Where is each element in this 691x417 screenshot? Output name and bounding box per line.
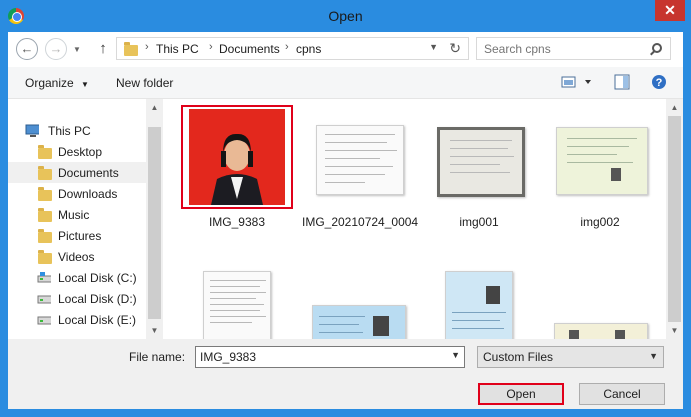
file-name-label: File name: [129,350,186,364]
folder-icon [38,229,52,243]
chevron-down-icon[interactable]: ▼ [649,351,658,361]
sidebar-item-music[interactable]: Music [8,204,148,225]
sidebar-item-desktop[interactable]: Desktop [8,141,148,162]
breadcrumb-cpns[interactable]: cpns [296,42,321,56]
svg-text:?: ? [656,77,663,89]
sidebar-item-label: Documents [58,166,119,180]
document-page [556,127,648,195]
scroll-down-icon[interactable]: ▼ [146,322,163,339]
document-thumbnail [544,105,656,209]
organize-button[interactable]: Organize ▼ [25,76,89,90]
chevron-right-icon[interactable]: › [145,41,149,53]
document-thumbnail [302,105,414,209]
up-button[interactable]: ↑ [96,39,110,59]
scroll-down-icon[interactable]: ▼ [666,322,683,339]
photo-thumbnail [189,109,285,205]
document-thumbnail [423,105,535,209]
organize-label: Organize [25,76,74,90]
chevron-right-icon[interactable]: › [209,41,213,53]
sidebar-item-label: Pictures [58,229,102,243]
computer-icon [25,124,39,137]
view-icon [561,76,591,88]
change-view-button[interactable] [561,74,595,93]
title-bar: Open ✕ [0,0,691,32]
sidebar-item-label: Local Disk (D:) [58,292,137,306]
search-input[interactable] [484,42,644,56]
chevron-down-icon: ▼ [81,80,89,89]
folder-icon [38,187,52,201]
document-page [316,125,404,195]
sidebar-item-local-disk-d[interactable]: Local Disk (D:) [8,288,148,309]
dialog-footer: File name: ▼ Custom Files ▼ Open Cancel [8,339,683,409]
scroll-up-icon[interactable]: ▲ [146,99,163,116]
file-list: IMG_9383 IMG_20210724_0004 img001 img002… [171,99,683,355]
folder-icon [38,250,52,264]
sidebar-item-downloads[interactable]: Downloads [8,183,148,204]
scrollbar-thumb[interactable] [668,116,681,322]
selection-highlight [181,105,293,209]
open-button[interactable]: Open [478,383,564,405]
sidebar-item-local-disk-c[interactable]: Local Disk (C:) [8,267,148,288]
sidebar-item-label: This PC [48,124,91,138]
scrollbar-thumb[interactable] [148,127,161,319]
close-button[interactable]: ✕ [655,0,685,21]
dialog-body: ← → ▼ ↑ › This PC › Documents › cpns ▼ ↻ [8,32,683,409]
navigation-bar: ← → ▼ ↑ › This PC › Documents › cpns ▼ ↻ [8,32,683,67]
cancel-button[interactable]: Cancel [579,383,665,405]
breadcrumb-this-pc[interactable]: This PC [156,42,199,56]
file-name: img002 [580,215,620,229]
preview-pane-icon [614,74,630,90]
folder-icon [38,166,52,180]
help-button[interactable]: ? [651,74,667,93]
search-box[interactable] [476,37,671,60]
drive-icon [37,295,51,304]
open-dialog: Open ✕ ← → ▼ ↑ › This PC › Documents › c… [0,0,691,417]
folder-icon [38,145,52,159]
help-icon: ? [652,75,666,89]
file-name: IMG_9383 [208,215,266,229]
sidebar-item-documents[interactable]: Documents [8,162,148,183]
sidebar-item-videos[interactable]: Videos [8,246,148,267]
file-list-scrollbar[interactable]: ▲ ▼ [666,99,683,339]
sidebar-item-label: Desktop [58,145,103,159]
sidebar-item-local-disk-e[interactable]: Local Disk (E:) [8,309,148,330]
recent-locations-chevron-icon[interactable]: ▼ [73,45,81,54]
file-name: IMG_20210724_0004 [302,215,419,229]
sidebar-item-label: Downloads [58,187,118,201]
chevron-down-icon[interactable]: ▼ [451,350,460,360]
navigation-pane-scrollbar[interactable]: ▲ ▼ [146,99,163,339]
file-type-select[interactable]: Custom Files ▼ [477,346,664,368]
refresh-icon[interactable]: ↻ [449,40,461,57]
dialog-title: Open [328,8,363,24]
back-button[interactable]: ← [16,38,38,60]
address-dropdown-icon[interactable]: ▼ [429,42,438,52]
drive-icon [37,316,51,325]
document-thumbnail [203,271,271,343]
sidebar-item-label: Music [58,208,90,222]
folder-icon [124,42,138,56]
scroll-up-icon[interactable]: ▲ [666,99,683,116]
preview-pane-button[interactable] [614,74,630,93]
sidebar-item-label: Videos [58,250,95,264]
chevron-right-icon[interactable]: › [285,41,289,53]
forward-button[interactable]: → [45,38,67,60]
sidebar-item-label: Local Disk (E:) [58,313,137,327]
address-bar[interactable]: › This PC › Documents › cpns ▼ ↻ [116,37,469,60]
navigation-pane: This PC Desktop Documents Downloads Musi… [8,99,163,339]
file-type-value: Custom Files [483,350,554,364]
folder-icon [38,208,52,222]
file-name-field[interactable] [200,350,440,364]
sidebar-item-label: Local Disk (C:) [58,271,137,285]
new-folder-button[interactable]: New folder [116,76,173,90]
document-page [437,127,525,197]
search-icon[interactable] [652,43,662,53]
command-bar: Organize ▼ New folder ? [8,67,683,99]
sidebar-item-this-pc[interactable]: This PC [8,120,148,141]
file-name: img001 [459,215,499,229]
breadcrumb-documents[interactable]: Documents [219,42,280,56]
drive-icon [37,272,51,283]
file-name-combobox[interactable]: ▼ [195,346,465,368]
sidebar-item-pictures[interactable]: Pictures [8,225,148,246]
